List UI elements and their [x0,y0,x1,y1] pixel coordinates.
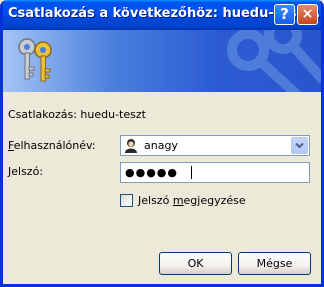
username-value: anagy [144,139,178,152]
help-button[interactable]: ? [274,4,295,25]
username-label: Felhasználónév: [8,139,96,152]
cancel-button[interactable]: Mégse [238,252,311,275]
remember-password-label[interactable]: Jelszó megjegyzése [138,194,246,207]
title-bar[interactable]: Csatlakozás a következőhöz: huedu-teszt.… [3,0,321,30]
login-dialog: Csatlakozás a következőhöz: huedu-teszt.… [0,0,324,287]
close-button[interactable]: × [297,4,318,25]
password-input[interactable]: ●●●●● [120,162,310,183]
connect-target-text: Csatlakozás: huedu-teszt [8,108,146,121]
user-avatar-icon [125,139,137,153]
username-combobox[interactable]: anagy [120,135,310,156]
chevron-down-icon [295,142,304,149]
dialog-banner [3,30,321,92]
ok-button[interactable]: OK [159,252,232,275]
dropdown-button[interactable] [291,137,308,154]
text-caret [191,166,192,179]
password-value: ●●●●● [125,166,178,179]
remember-password-checkbox[interactable] [120,194,133,207]
password-label: Jelszó: [8,165,44,178]
keys-icon [18,38,52,82]
